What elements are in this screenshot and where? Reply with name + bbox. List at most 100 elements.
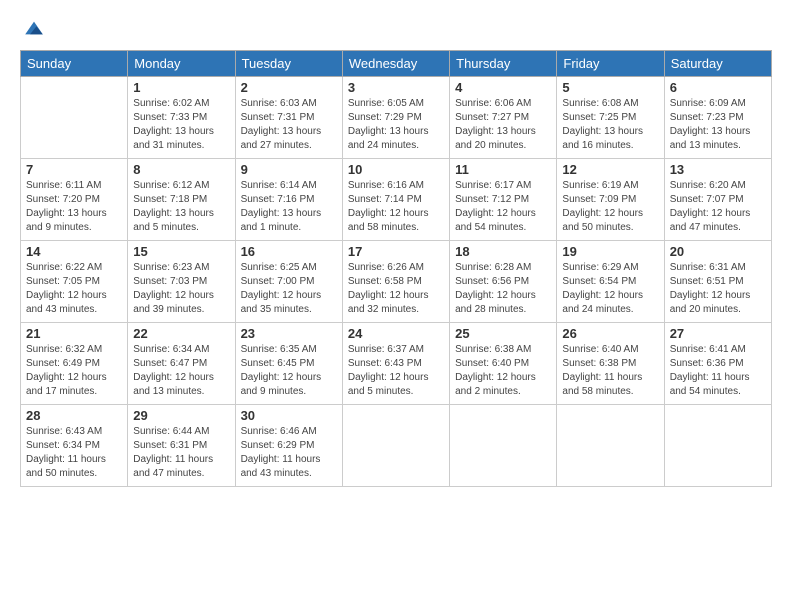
day-number: 10 (348, 162, 444, 177)
calendar-cell (664, 405, 771, 487)
day-info: Sunrise: 6:20 AM Sunset: 7:07 PM Dayligh… (670, 179, 766, 235)
day-info: Sunrise: 6:40 AM Sunset: 6:38 PM Dayligh… (562, 343, 658, 399)
day-info: Sunrise: 6:25 AM Sunset: 7:00 PM Dayligh… (241, 261, 337, 317)
day-number: 11 (455, 162, 551, 177)
calendar-cell: 25 Sunrise: 6:38 AM Sunset: 6:40 PM Dayli… (450, 323, 557, 405)
day-info: Sunrise: 6:12 AM Sunset: 7:18 PM Dayligh… (133, 179, 229, 235)
calendar-cell: 26 Sunrise: 6:40 AM Sunset: 6:38 PM Dayli… (557, 323, 664, 405)
day-info: Sunrise: 6:09 AM Sunset: 7:23 PM Dayligh… (670, 97, 766, 153)
day-info: Sunrise: 6:19 AM Sunset: 7:09 PM Dayligh… (562, 179, 658, 235)
day-number: 27 (670, 326, 766, 341)
day-number: 17 (348, 244, 444, 259)
day-info: Sunrise: 6:26 AM Sunset: 6:58 PM Dayligh… (348, 261, 444, 317)
day-info: Sunrise: 6:03 AM Sunset: 7:31 PM Dayligh… (241, 97, 337, 153)
day-number: 29 (133, 408, 229, 423)
day-number: 26 (562, 326, 658, 341)
calendar-cell: 22 Sunrise: 6:34 AM Sunset: 6:47 PM Dayli… (128, 323, 235, 405)
header (20, 16, 772, 40)
day-header-monday: Monday (128, 51, 235, 77)
day-number: 15 (133, 244, 229, 259)
day-number: 21 (26, 326, 122, 341)
day-info: Sunrise: 6:44 AM Sunset: 6:31 PM Dayligh… (133, 425, 229, 481)
calendar-cell: 16 Sunrise: 6:25 AM Sunset: 7:00 PM Dayli… (235, 241, 342, 323)
day-header-friday: Friday (557, 51, 664, 77)
calendar-cell: 12Sunrise: 6:19 AM Sunset: 7:09 PM Dayli… (557, 159, 664, 241)
day-number: 1 (133, 80, 229, 95)
day-info: Sunrise: 6:37 AM Sunset: 6:43 PM Dayligh… (348, 343, 444, 399)
day-number: 4 (455, 80, 551, 95)
calendar-cell: 13Sunrise: 6:20 AM Sunset: 7:07 PM Dayli… (664, 159, 771, 241)
day-info: Sunrise: 6:46 AM Sunset: 6:29 PM Dayligh… (241, 425, 337, 481)
day-header-tuesday: Tuesday (235, 51, 342, 77)
calendar-cell: 1 Sunrise: 6:02 AM Sunset: 7:33 PM Daylig… (128, 77, 235, 159)
day-number: 2 (241, 80, 337, 95)
day-number: 22 (133, 326, 229, 341)
day-info: Sunrise: 6:06 AM Sunset: 7:27 PM Dayligh… (455, 97, 551, 153)
day-number: 7 (26, 162, 122, 177)
calendar-cell: 17 Sunrise: 6:26 AM Sunset: 6:58 PM Dayli… (342, 241, 449, 323)
calendar-cell: 23 Sunrise: 6:35 AM Sunset: 6:45 PM Dayli… (235, 323, 342, 405)
logo-icon (22, 16, 46, 40)
calendar-cell: 19 Sunrise: 6:29 AM Sunset: 6:54 PM Dayli… (557, 241, 664, 323)
logo (20, 16, 46, 40)
day-info: Sunrise: 6:05 AM Sunset: 7:29 PM Dayligh… (348, 97, 444, 153)
page: SundayMondayTuesdayWednesdayThursdayFrid… (0, 0, 792, 612)
week-row-4: 28Sunrise: 6:43 AM Sunset: 6:34 PM Dayli… (21, 405, 772, 487)
calendar-cell (342, 405, 449, 487)
calendar-header-row: SundayMondayTuesdayWednesdayThursdayFrid… (21, 51, 772, 77)
day-number: 20 (670, 244, 766, 259)
day-number: 18 (455, 244, 551, 259)
day-info: Sunrise: 6:38 AM Sunset: 6:40 PM Dayligh… (455, 343, 551, 399)
calendar-cell: 8 Sunrise: 6:12 AM Sunset: 7:18 PM Daylig… (128, 159, 235, 241)
calendar-cell: 11 Sunrise: 6:17 AM Sunset: 7:12 PM Dayli… (450, 159, 557, 241)
day-number: 24 (348, 326, 444, 341)
day-info: Sunrise: 6:34 AM Sunset: 6:47 PM Dayligh… (133, 343, 229, 399)
calendar-cell: 6 Sunrise: 6:09 AM Sunset: 7:23 PM Daylig… (664, 77, 771, 159)
day-number: 19 (562, 244, 658, 259)
day-info: Sunrise: 6:43 AM Sunset: 6:34 PM Dayligh… (26, 425, 122, 481)
day-number: 3 (348, 80, 444, 95)
calendar-cell: 29 Sunrise: 6:44 AM Sunset: 6:31 PM Dayli… (128, 405, 235, 487)
calendar-cell: 28Sunrise: 6:43 AM Sunset: 6:34 PM Dayli… (21, 405, 128, 487)
day-number: 9 (241, 162, 337, 177)
day-info: Sunrise: 6:31 AM Sunset: 6:51 PM Dayligh… (670, 261, 766, 317)
calendar-cell: 10 Sunrise: 6:16 AM Sunset: 7:14 PM Dayli… (342, 159, 449, 241)
calendar-cell: 21 Sunrise: 6:32 AM Sunset: 6:49 PM Dayli… (21, 323, 128, 405)
calendar-cell: 7Sunrise: 6:11 AM Sunset: 7:20 PM Daylig… (21, 159, 128, 241)
day-number: 16 (241, 244, 337, 259)
day-number: 25 (455, 326, 551, 341)
day-info: Sunrise: 6:41 AM Sunset: 6:36 PM Dayligh… (670, 343, 766, 399)
calendar-cell: 14Sunrise: 6:22 AM Sunset: 7:05 PM Dayli… (21, 241, 128, 323)
day-info: Sunrise: 6:22 AM Sunset: 7:05 PM Dayligh… (26, 261, 122, 317)
day-number: 23 (241, 326, 337, 341)
calendar-cell: 15 Sunrise: 6:23 AM Sunset: 7:03 PM Dayli… (128, 241, 235, 323)
week-row-1: 7Sunrise: 6:11 AM Sunset: 7:20 PM Daylig… (21, 159, 772, 241)
calendar-cell: 3 Sunrise: 6:05 AM Sunset: 7:29 PM Daylig… (342, 77, 449, 159)
day-info: Sunrise: 6:16 AM Sunset: 7:14 PM Dayligh… (348, 179, 444, 235)
calendar-cell (21, 77, 128, 159)
calendar-cell: 30 Sunrise: 6:46 AM Sunset: 6:29 PM Dayli… (235, 405, 342, 487)
day-info: Sunrise: 6:28 AM Sunset: 6:56 PM Dayligh… (455, 261, 551, 317)
day-number: 6 (670, 80, 766, 95)
calendar-cell: 27 Sunrise: 6:41 AM Sunset: 6:36 PM Dayli… (664, 323, 771, 405)
calendar-cell: 4 Sunrise: 6:06 AM Sunset: 7:27 PM Daylig… (450, 77, 557, 159)
day-info: Sunrise: 6:23 AM Sunset: 7:03 PM Dayligh… (133, 261, 229, 317)
calendar-cell: 18 Sunrise: 6:28 AM Sunset: 6:56 PM Dayli… (450, 241, 557, 323)
day-info: Sunrise: 6:35 AM Sunset: 6:45 PM Dayligh… (241, 343, 337, 399)
week-row-3: 21 Sunrise: 6:32 AM Sunset: 6:49 PM Dayli… (21, 323, 772, 405)
day-header-thursday: Thursday (450, 51, 557, 77)
day-info: Sunrise: 6:32 AM Sunset: 6:49 PM Dayligh… (26, 343, 122, 399)
day-header-sunday: Sunday (21, 51, 128, 77)
day-number: 8 (133, 162, 229, 177)
day-header-wednesday: Wednesday (342, 51, 449, 77)
week-row-0: 1 Sunrise: 6:02 AM Sunset: 7:33 PM Daylig… (21, 77, 772, 159)
day-info: Sunrise: 6:29 AM Sunset: 6:54 PM Dayligh… (562, 261, 658, 317)
day-info: Sunrise: 6:02 AM Sunset: 7:33 PM Dayligh… (133, 97, 229, 153)
day-number: 30 (241, 408, 337, 423)
day-info: Sunrise: 6:08 AM Sunset: 7:25 PM Dayligh… (562, 97, 658, 153)
calendar-table: SundayMondayTuesdayWednesdayThursdayFrid… (20, 50, 772, 487)
calendar-cell: 24 Sunrise: 6:37 AM Sunset: 6:43 PM Dayli… (342, 323, 449, 405)
day-info: Sunrise: 6:17 AM Sunset: 7:12 PM Dayligh… (455, 179, 551, 235)
calendar-cell (450, 405, 557, 487)
calendar-cell: 20 Sunrise: 6:31 AM Sunset: 6:51 PM Dayli… (664, 241, 771, 323)
